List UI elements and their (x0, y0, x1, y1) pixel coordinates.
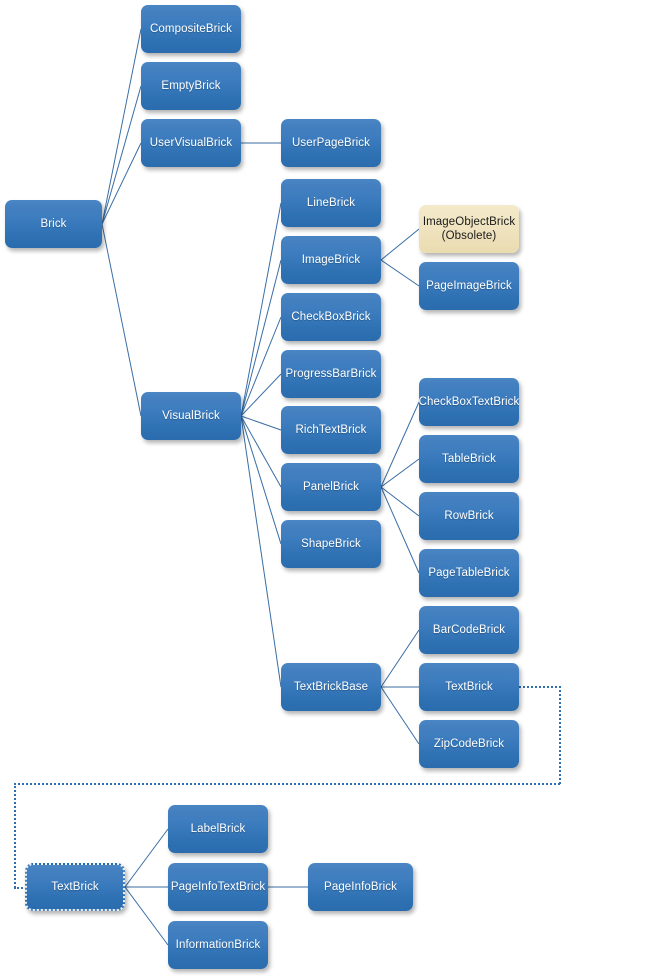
node-panelbrick[interactable]: PanelBrick (281, 463, 381, 511)
node-label: InformationBrick (175, 938, 261, 951)
node-label: PageTableBrick (428, 566, 510, 579)
node-label: TextBrick (445, 680, 493, 693)
edge-visualbrick-to-imagebrick (240, 259, 282, 417)
node-userpagebrick[interactable]: UserPageBrick (281, 119, 381, 167)
edge-imagebrick-to-pageimagebrick (380, 259, 420, 287)
node-label: PageInfoTextBrick (170, 880, 266, 893)
edge-panelbrick-to-checkboxtextbrick (380, 401, 420, 488)
edge-visualbrick-to-progressbarbrick (240, 373, 282, 417)
edge-brick-to-emptybrick (101, 85, 142, 225)
edge-panelbrick-to-rowbrick (380, 486, 420, 517)
node-label: ImageObjectBrick (Obsolete) (422, 215, 516, 242)
edge-brick-to-uservisualbrick (101, 142, 142, 225)
node-checkboxbrick[interactable]: CheckBoxBrick (281, 293, 381, 341)
node-pageinfotextbrick[interactable]: PageInfoTextBrick (168, 863, 268, 911)
dotted-link-segment-4 (14, 783, 16, 888)
dotted-link-segment-3 (14, 783, 560, 785)
edge-brick-to-compositebrick (101, 28, 142, 225)
edge-visualbrick-to-richtextbrick (240, 415, 282, 431)
diagram-canvas: Brick CompositeBrick EmptyBrick UserVisualB… (0, 0, 667, 976)
node-label: PageImageBrick (426, 279, 512, 292)
node-imagebrick[interactable]: ImageBrick (281, 236, 381, 284)
edge-panelbrick-to-tablebrick (380, 458, 420, 488)
node-label: TextBrickBase (293, 680, 369, 693)
node-zipcodebrick[interactable]: ZipCodeBrick (419, 720, 519, 768)
node-label: ImageBrick (301, 253, 361, 266)
node-pagetablebrick[interactable]: PageTableBrick (419, 549, 519, 597)
node-label: TextBrick (51, 880, 99, 893)
node-progressbarbrick[interactable]: ProgressBarBrick (281, 350, 381, 398)
node-label: RichTextBrick (295, 423, 367, 436)
node-label: EmptyBrick (161, 79, 221, 92)
node-linebrick[interactable]: LineBrick (281, 179, 381, 227)
node-label: BarCodeBrick (432, 623, 506, 636)
node-brick[interactable]: Brick (5, 200, 102, 248)
node-rowbrick[interactable]: RowBrick (419, 492, 519, 540)
node-emptybrick[interactable]: EmptyBrick (141, 62, 241, 110)
edge-brick-to-visualbrick (101, 223, 142, 417)
edge-panelbrick-to-pagetablebrick (380, 486, 420, 574)
edge-textbrickbase-to-barcodebrick (380, 629, 420, 688)
edge-visualbrick-to-shapebrick (240, 415, 282, 545)
edge-textbrick-bottom-to-informationbrick (124, 886, 169, 946)
node-compositebrick[interactable]: CompositeBrick (141, 5, 241, 53)
node-pageimagebrick[interactable]: PageImageBrick (419, 262, 519, 310)
node-richtextbrick[interactable]: RichTextBrick (281, 406, 381, 454)
node-label: RowBrick (444, 509, 494, 522)
node-label: LabelBrick (190, 822, 246, 835)
node-checkboxtextbrick[interactable]: CheckBoxTextBrick (419, 378, 519, 426)
edge-visualbrick-to-linebrick (240, 202, 282, 417)
node-label: PageInfoBrick (324, 880, 397, 893)
node-uservisualbrick[interactable]: UserVisualBrick (141, 119, 241, 167)
node-label: ZipCodeBrick (433, 737, 505, 750)
node-label: VisualBrick (162, 409, 220, 422)
node-label: CompositeBrick (150, 22, 232, 35)
edge-imagebrick-to-imageobjectbrick (380, 228, 420, 261)
edge-visualbrick-to-textbrickbase (240, 415, 282, 688)
node-barcodebrick[interactable]: BarCodeBrick (419, 606, 519, 654)
node-label: CheckBoxTextBrick (418, 395, 520, 408)
node-label: PanelBrick (303, 480, 359, 493)
node-labelbrick[interactable]: LabelBrick (168, 805, 268, 853)
node-label: TableBrick (441, 452, 497, 465)
node-informationbrick[interactable]: InformationBrick (168, 921, 268, 969)
node-label: UserPageBrick (292, 136, 370, 149)
dotted-link-segment-1 (519, 686, 561, 688)
dotted-link-segment-2 (559, 686, 561, 784)
node-label: LineBrick (306, 196, 356, 209)
edge-visualbrick-to-panelbrick (240, 415, 282, 488)
node-label: CheckBoxBrick (291, 310, 371, 323)
node-textbrick-bottom[interactable]: TextBrick (25, 863, 125, 911)
edge-textbrickbase-to-zipcodebrick (380, 686, 420, 745)
edge-visualbrick-to-checkboxbrick (240, 316, 282, 417)
node-pageinfobrick[interactable]: PageInfoBrick (308, 863, 413, 911)
node-shapebrick[interactable]: ShapeBrick (281, 520, 381, 568)
node-textbrick-top[interactable]: TextBrick (419, 663, 519, 711)
edge-textbrick-bottom-to-labelbrick (124, 828, 169, 888)
node-textbrickbase[interactable]: TextBrickBase (281, 663, 381, 711)
node-label: ProgressBarBrick (285, 367, 377, 380)
node-imageobjectbrick[interactable]: ImageObjectBrick (Obsolete) (419, 205, 519, 253)
node-label: Brick (40, 217, 67, 230)
node-label: UserVisualBrick (149, 136, 233, 149)
node-label: ShapeBrick (301, 537, 361, 550)
node-tablebrick[interactable]: TableBrick (419, 435, 519, 483)
node-visualbrick[interactable]: VisualBrick (141, 392, 241, 440)
